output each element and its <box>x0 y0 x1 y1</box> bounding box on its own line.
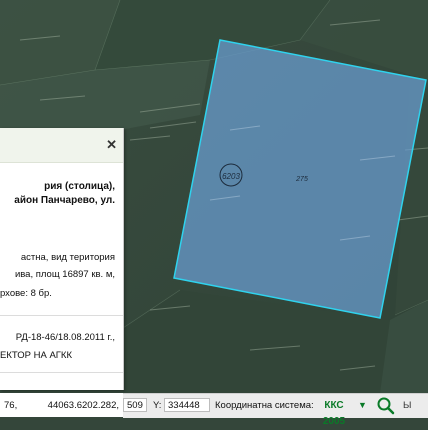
popup-divider <box>0 372 123 373</box>
crs-label: Координатна система: <box>215 400 314 411</box>
crs-select[interactable]: ККС 2005 <box>314 398 354 427</box>
popup-header: ✕ <box>0 128 123 163</box>
x-coordinate-value: 509 <box>123 398 147 412</box>
popup-ids-row: 76, 44063.6202.282, <box>0 393 123 417</box>
coordinates-status-bar: 509 Y: 334448 Координатна система: ККС 2… <box>123 393 428 427</box>
parcel-info-popup: ✕ рия (столица), айон Панчарево, ул. аст… <box>0 128 124 390</box>
popup-order-line2: ЕКТОР НА АГКК <box>0 350 72 361</box>
popup-address-line2: айон Панчарево, ул. <box>14 195 115 206</box>
y-coordinate-label: Y: <box>153 400 162 411</box>
popup-address-line1: рия (столица), <box>44 181 115 192</box>
parcel-number-text: 6203 <box>222 172 240 181</box>
popup-description-line2: ива, площ 16897 кв. м, <box>14 269 115 280</box>
chevron-down-icon[interactable]: ▼ <box>358 400 367 410</box>
y-coordinate-value: 334448 <box>164 398 210 412</box>
statusbar-overflow-text: Ы <box>403 400 412 411</box>
popup-ids-left: 76, <box>4 400 18 411</box>
search-icon[interactable] <box>376 396 396 416</box>
popup-order-line1: РД-18-46/18.08.2011 г., <box>15 332 115 343</box>
popup-description-line1: астна, вид територия <box>20 252 115 263</box>
parcel-label-text: 275 <box>295 176 308 183</box>
popup-ids-right: 44063.6202.282, <box>47 400 119 411</box>
popup-divider <box>0 315 123 316</box>
popup-description-line3: рхове: 8 бр. <box>0 288 52 299</box>
close-icon[interactable]: ✕ <box>106 138 117 151</box>
